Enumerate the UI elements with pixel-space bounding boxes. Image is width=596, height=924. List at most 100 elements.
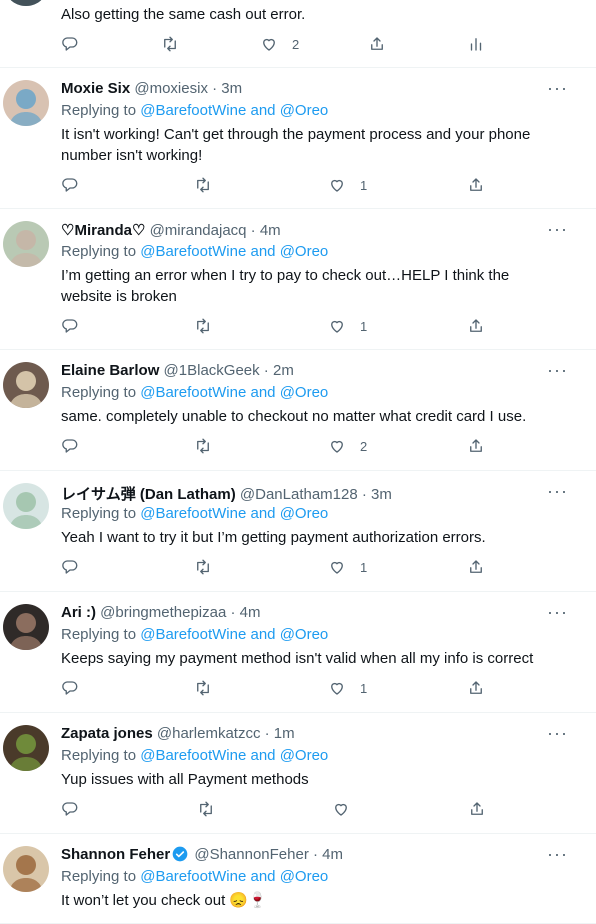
retweet-button[interactable]	[197, 800, 215, 818]
like-button[interactable]	[332, 800, 364, 818]
avatar-image	[3, 362, 49, 408]
share-button[interactable]	[368, 35, 386, 53]
like-icon	[331, 320, 343, 333]
reply-button[interactable]	[61, 558, 79, 576]
mention-oreo[interactable]: @Oreo	[280, 747, 329, 764]
author-line: Moxie Six @moxiesix · 3m	[61, 80, 242, 97]
more-icon[interactable]: ···	[547, 360, 568, 381]
share-button[interactable]	[468, 800, 486, 818]
reply-button[interactable]	[61, 679, 79, 697]
mention-barefootwine[interactable]: @BarefootWine	[140, 626, 246, 643]
reply-button[interactable]	[61, 35, 79, 53]
analytics-button[interactable]	[467, 35, 485, 53]
retweet-button[interactable]	[194, 679, 212, 697]
replying-and: and	[246, 626, 280, 643]
share-icon	[470, 681, 482, 694]
share-button[interactable]	[467, 679, 485, 697]
mention-barefootwine[interactable]: @BarefootWine	[140, 505, 246, 522]
like-button[interactable]: 2	[260, 35, 299, 53]
display-name[interactable]: Zapata jones	[61, 725, 153, 742]
replying-and: and	[246, 747, 280, 764]
like-button[interactable]: 1	[328, 679, 367, 697]
like-icon	[331, 561, 343, 574]
like-count: 1	[360, 680, 368, 696]
share-button[interactable]	[467, 558, 485, 576]
more-icon[interactable]: ···	[547, 481, 568, 502]
avatar-image	[3, 846, 49, 892]
retweet-button[interactable]	[194, 317, 212, 335]
reply-icon	[62, 439, 78, 453]
tweet-text: I’m getting an error when I try to pay t…	[61, 267, 510, 305]
like-button[interactable]: 1	[328, 558, 367, 576]
retweet-button[interactable]	[161, 35, 179, 53]
more-icon[interactable]: ···	[547, 602, 568, 623]
retweet-icon	[164, 36, 176, 52]
share-button[interactable]	[467, 317, 485, 335]
avatar[interactable]	[3, 483, 49, 529]
tweet-actions: 1	[61, 558, 521, 578]
mention-barefootwine[interactable]: @BarefootWine	[140, 868, 246, 885]
replying-and: and	[246, 102, 280, 119]
reply-icon	[62, 319, 78, 333]
reply-icon	[62, 37, 78, 51]
author-line: Ari :) @bringmethepizaa · 4m	[61, 604, 260, 621]
tweet-5: Ari :) @bringmethepizaa · 4m ··· Replyin…	[0, 592, 596, 713]
retweet-button[interactable]	[194, 437, 212, 455]
like-button[interactable]: 2	[328, 437, 367, 455]
mention-oreo[interactable]: @Oreo	[280, 384, 329, 401]
share-button[interactable]	[467, 437, 485, 455]
avatar[interactable]	[3, 0, 49, 6]
avatar[interactable]	[3, 80, 49, 126]
more-icon[interactable]: ···	[547, 723, 568, 744]
mention-oreo[interactable]: @Oreo	[280, 626, 329, 643]
replying-to: Replying to @BarefootWine and @Oreo	[61, 505, 329, 522]
more-icon[interactable]: ···	[547, 844, 568, 865]
more-icon[interactable]: ···	[547, 219, 568, 240]
tweet-actions: 1	[61, 317, 521, 337]
handle-time: @1BlackGeek · 2m	[159, 362, 294, 379]
mention-oreo[interactable]: @Oreo	[280, 505, 329, 522]
mention-oreo[interactable]: @Oreo	[280, 243, 329, 260]
display-name[interactable]: レイサム弾 (Dan Latham)	[61, 486, 236, 503]
reply-button[interactable]	[61, 176, 79, 194]
mention-barefootwine[interactable]: @BarefootWine	[140, 102, 246, 119]
display-name[interactable]: Moxie Six	[61, 80, 130, 97]
mention-barefootwine[interactable]: @BarefootWine	[140, 384, 246, 401]
replying-to: Replying to @BarefootWine and @Oreo	[61, 868, 329, 885]
handle-time: @moxiesix · 3m	[130, 80, 243, 97]
mention-oreo[interactable]: @Oreo	[280, 868, 329, 885]
mention-barefootwine[interactable]: @BarefootWine	[140, 747, 246, 764]
retweet-button[interactable]	[194, 558, 212, 576]
like-icon	[331, 682, 343, 695]
more-icon[interactable]: ···	[547, 78, 568, 99]
avatar[interactable]	[3, 846, 49, 892]
share-button[interactable]	[467, 176, 485, 194]
avatar[interactable]	[3, 221, 49, 267]
reply-button[interactable]	[61, 800, 79, 818]
tweet-text: It won’t let you check out 😞🍷	[61, 892, 267, 909]
reply-button[interactable]	[61, 317, 79, 335]
like-button[interactable]: 1	[328, 317, 367, 335]
retweet-button[interactable]	[194, 176, 212, 194]
tweet-text: It isn't working! Can't get through the …	[61, 126, 531, 164]
avatar[interactable]	[3, 362, 49, 408]
replying-to: Replying to @BarefootWine and @Oreo	[61, 102, 329, 119]
avatar-image	[3, 604, 49, 650]
display-name[interactable]: Elaine Barlow	[61, 362, 159, 379]
avatar[interactable]	[3, 725, 49, 771]
avatar[interactable]	[3, 604, 49, 650]
mention-oreo[interactable]: @Oreo	[280, 102, 329, 119]
reply-icon	[62, 802, 78, 816]
replying-to: Replying to @BarefootWine and @Oreo	[61, 747, 329, 764]
mention-barefootwine[interactable]: @BarefootWine	[140, 243, 246, 260]
tweet-actions: 1	[61, 679, 521, 699]
tweet-text: Keeps saying my payment method isn't val…	[61, 650, 534, 667]
display-name[interactable]: ♡Miranda♡	[61, 222, 145, 239]
reply-button[interactable]	[61, 437, 79, 455]
display-name[interactable]: Shannon Feher	[61, 846, 170, 863]
share-icon	[471, 802, 483, 815]
display-name[interactable]: Ari :)	[61, 604, 96, 621]
tweet-7: Shannon Feher @ShannonFeher · 4m ··· Rep…	[0, 834, 596, 924]
like-button[interactable]: 1	[328, 176, 367, 194]
retweet-icon	[197, 680, 209, 696]
